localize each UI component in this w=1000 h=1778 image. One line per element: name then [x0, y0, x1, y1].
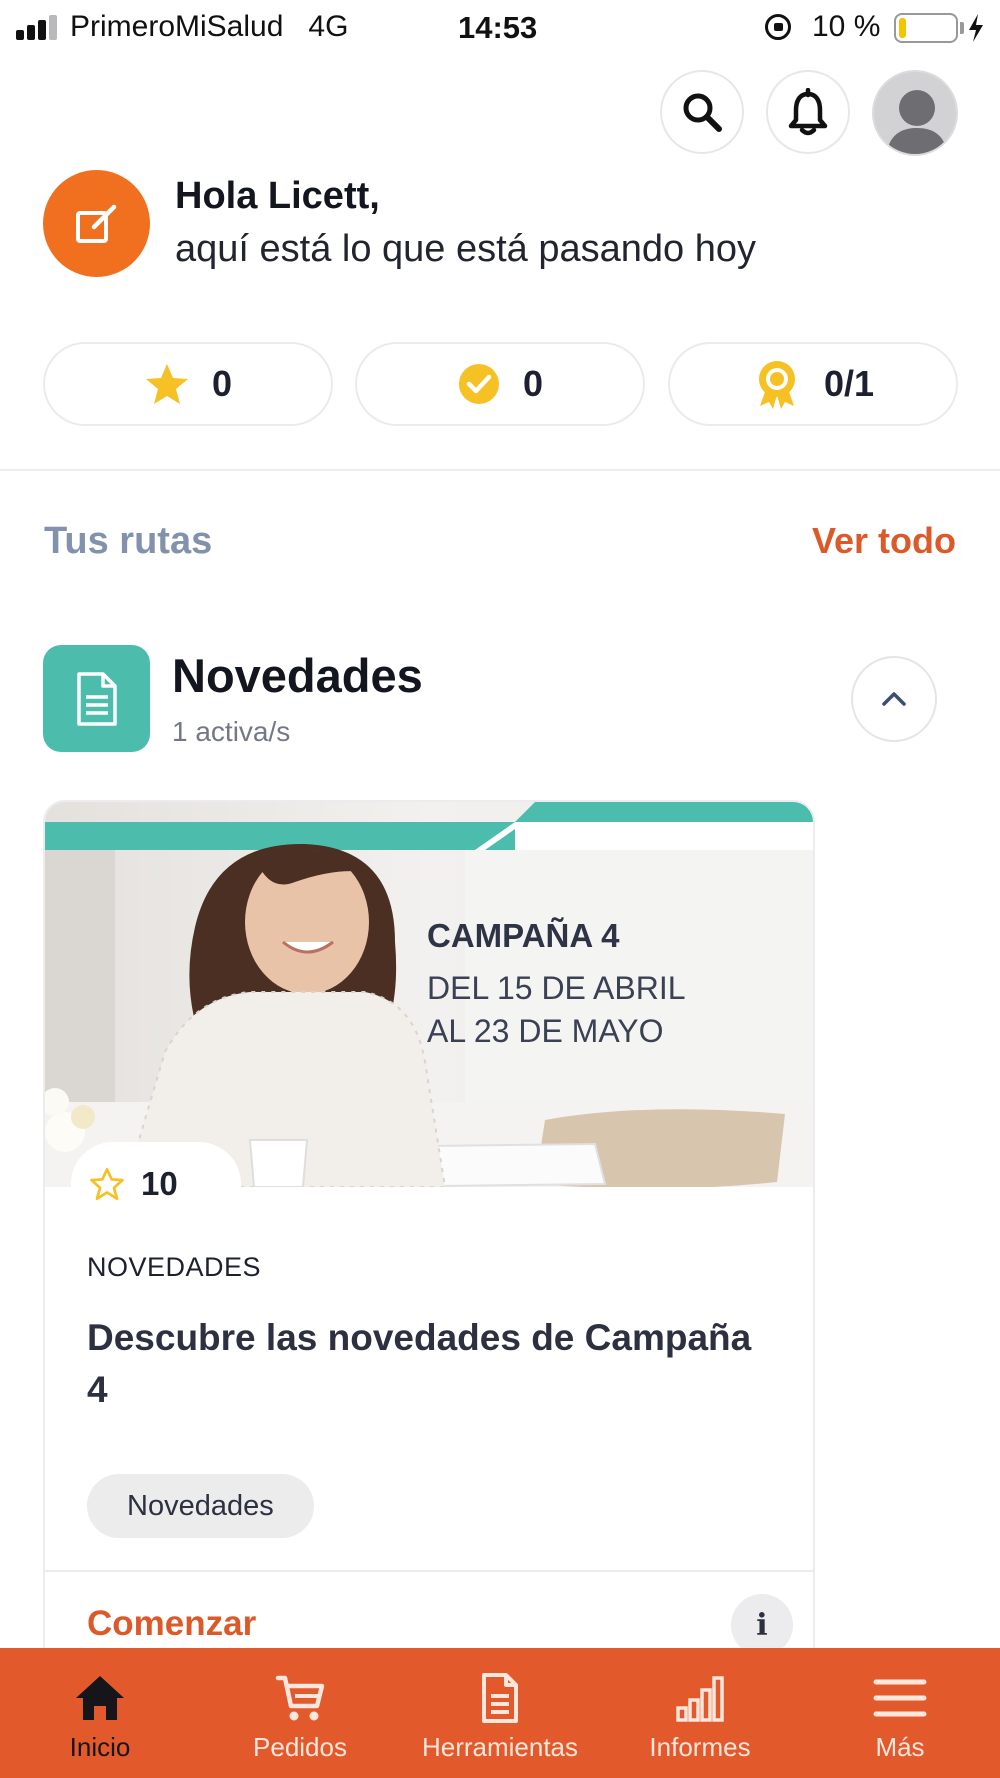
document-icon: [76, 671, 117, 726]
nav-label: Informes: [649, 1732, 751, 1762]
stat-stars[interactable]: 0: [43, 342, 333, 426]
points-value: 10: [141, 1165, 178, 1202]
section-icon: [43, 645, 150, 752]
routes-title: Tus rutas: [44, 520, 213, 562]
menu-icon: [873, 1679, 927, 1717]
nav-label: Pedidos: [253, 1732, 347, 1762]
info-button[interactable]: i: [731, 1594, 793, 1656]
greeting-badge: [43, 170, 150, 277]
bar-chart-icon: [676, 1676, 724, 1722]
section-subtitle: 1 activa/s: [172, 716, 291, 747]
course-card[interactable]: CAMPAÑA 4 DEL 15 DE ABRIL AL 23 DE MAYO …: [43, 800, 815, 1778]
nav-item-mas[interactable]: Más: [800, 1648, 1000, 1778]
bell-icon: [788, 88, 828, 136]
stat-value: 0: [211, 363, 233, 404]
section-title: Novedades: [172, 649, 423, 702]
charging-icon: [969, 14, 983, 42]
greeting-subtitle: aquí está lo que está pasando hoy: [175, 228, 757, 270]
tag-chip[interactable]: Novedades: [87, 1474, 314, 1538]
award-icon: [758, 361, 795, 409]
document-icon: [482, 1673, 518, 1723]
card-category: NOVEDADES: [87, 1252, 262, 1282]
nav-item-inicio[interactable]: Inicio: [0, 1648, 200, 1778]
battery-percent: 10 %: [812, 10, 881, 43]
cart-icon: [275, 1675, 325, 1721]
edit-icon: [75, 204, 116, 243]
points-badge: 10: [71, 1142, 241, 1226]
search-icon: [683, 93, 722, 132]
collapse-button[interactable]: [851, 656, 937, 742]
chevron-up-icon: [882, 692, 906, 706]
carrier-label: PrimeroMiSalud 4G: [70, 10, 349, 43]
stat-completed[interactable]: 0: [355, 342, 645, 426]
banner-date-end: AL 23 DE MAYO: [427, 1013, 664, 1049]
stat-value: 0: [522, 363, 544, 404]
nav-item-herramientas[interactable]: Herramientas: [400, 1648, 600, 1778]
stat-awards[interactable]: 0/1: [668, 342, 958, 426]
star-outline-icon: [90, 1167, 124, 1201]
avatar[interactable]: [872, 70, 958, 156]
card-divider: [45, 1570, 813, 1572]
nav-label: Más: [875, 1732, 925, 1762]
nav-label: Herramientas: [421, 1732, 579, 1762]
nav-item-pedidos[interactable]: Pedidos: [200, 1648, 400, 1778]
bottom-nav: Inicio Pedidos Herramientas Informes Más: [0, 1648, 1000, 1778]
greeting-title: Hola Licett,: [175, 175, 380, 217]
nav-item-informes[interactable]: Informes: [600, 1648, 800, 1778]
star-icon: [145, 364, 188, 404]
clock: 14:53: [458, 10, 538, 45]
battery-icon: [894, 13, 958, 43]
nav-label: Inicio: [69, 1732, 131, 1762]
search-button[interactable]: [660, 70, 744, 154]
network-label: 4G: [308, 10, 349, 43]
start-button[interactable]: Comenzar: [87, 1604, 256, 1644]
check-circle-icon: [458, 364, 499, 404]
user-avatar-icon: [886, 90, 948, 154]
battery-cap: [960, 22, 964, 34]
section-divider: [0, 469, 1000, 471]
signal-icon: [16, 14, 68, 40]
status-bar: PrimeroMiSalud 4G 14:53 10 %: [0, 0, 1000, 56]
banner-date-start: DEL 15 DE ABRIL: [427, 970, 686, 1006]
banner-headline: CAMPAÑA 4: [427, 917, 620, 954]
campaign-banner: CAMPAÑA 4 DEL 15 DE ABRIL AL 23 DE MAYO: [45, 802, 813, 1187]
stat-value: 0/1: [823, 363, 875, 404]
see-all-link[interactable]: Ver todo: [812, 520, 956, 562]
notifications-button[interactable]: [766, 70, 850, 154]
home-icon: [76, 1676, 124, 1720]
rotation-lock-icon: [765, 14, 791, 40]
card-title: Descubre las novedades de Campaña 4: [87, 1317, 752, 1410]
